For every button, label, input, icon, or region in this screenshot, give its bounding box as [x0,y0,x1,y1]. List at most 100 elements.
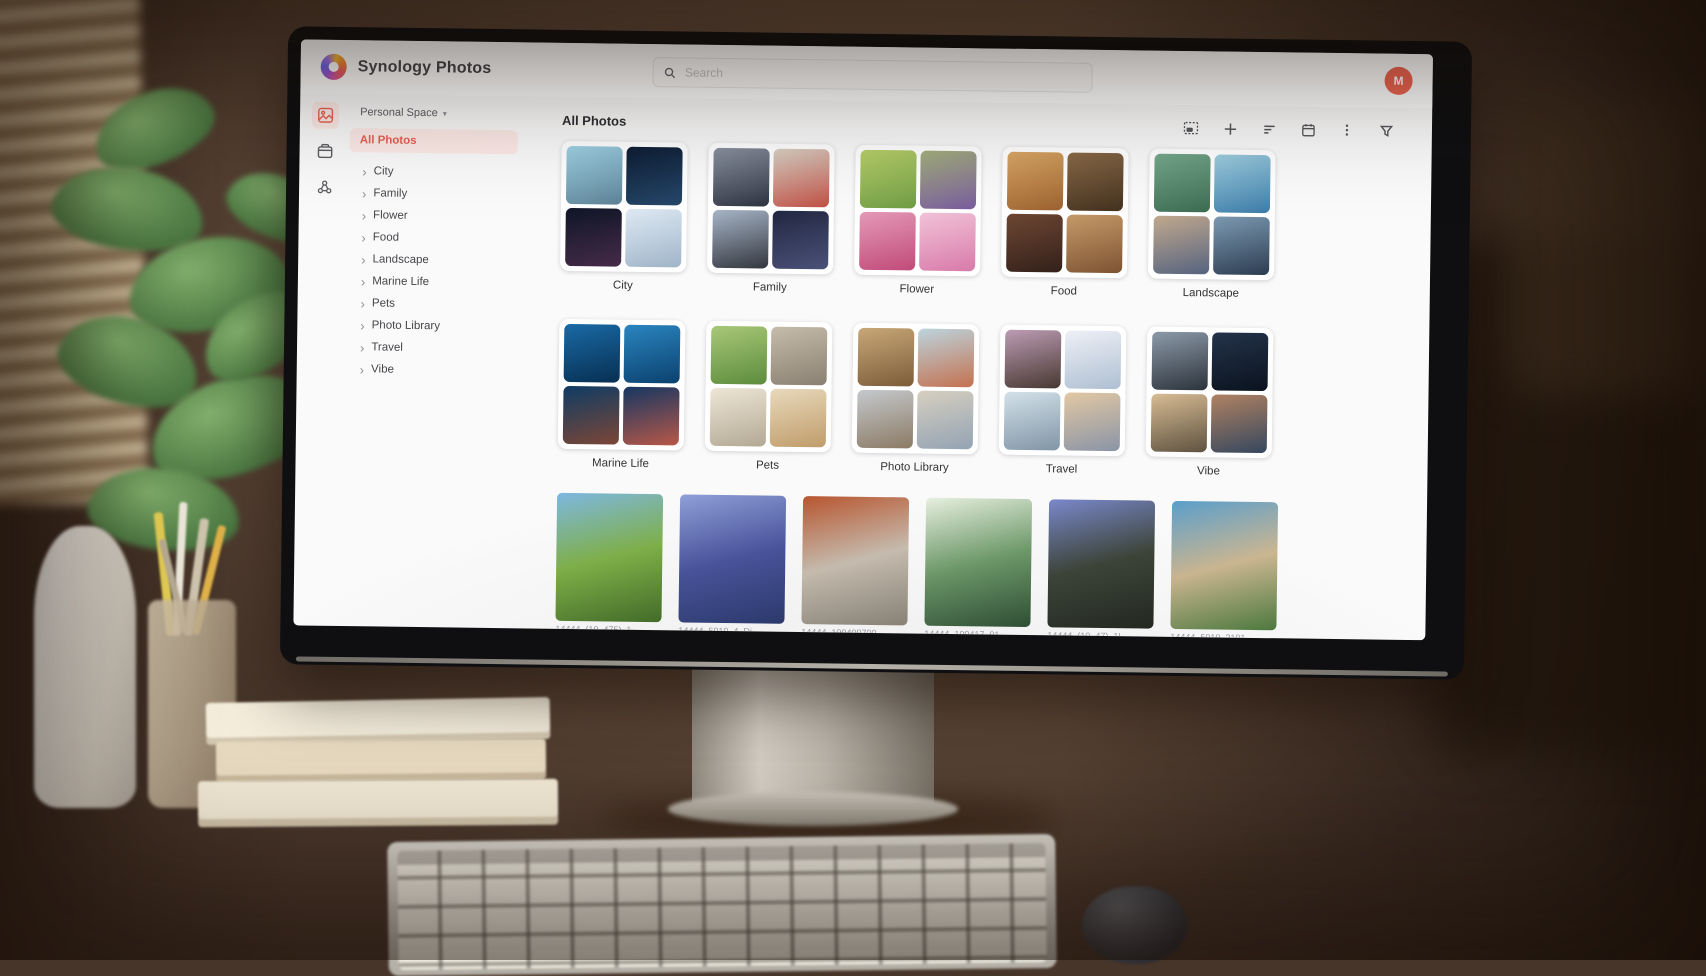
album-card-vibe[interactable]: Vibe [1145,327,1273,479]
photo-thumb[interactable]: 14444_(10_475)_1 [555,493,663,635]
navigation-rail [293,93,350,626]
sidebar-item-all-photos[interactable]: All Photos [350,128,518,154]
add-icon[interactable] [1222,121,1238,137]
sidebar-folder-marine-life[interactable]: ›Marine Life [361,270,530,294]
album-card-family[interactable]: Family [707,143,835,295]
chevron-right-icon[interactable]: › [360,363,365,376]
sidebar-folder-pets[interactable]: › Pets [360,292,529,316]
rail-item-sharing[interactable] [310,174,337,201]
rail-item-photos[interactable] [311,102,338,129]
album-thumb-image [770,389,827,448]
rail-item-albums[interactable] [311,138,338,165]
chevron-right-icon[interactable]: › [362,165,367,178]
calendar-icon[interactable] [1300,122,1316,138]
album-collage [1148,149,1276,281]
album-thumb-image [1064,392,1121,451]
album-thumb-image [1154,154,1211,213]
book [198,779,558,828]
photo-image[interactable] [678,494,786,623]
album-collage [1001,147,1129,279]
album-thumb-image [623,387,680,446]
thumbnail-size-icon[interactable] [1183,120,1199,136]
window-content: Personal Space ▾ All Photos ›City›Family… [293,93,1432,640]
album-thumb-image [918,329,975,388]
app-title: Synology Photos [358,58,492,78]
album-thumb-image [1211,394,1268,453]
album-card-landscape[interactable]: Landscape [1148,149,1276,301]
chevron-right-icon[interactable]: › [362,187,367,200]
album-card-city[interactable]: City [560,141,688,293]
window-blinds [0,0,149,505]
chevron-right-icon[interactable]: › [361,231,366,244]
folder-label: Family [373,187,407,199]
folder-label: Photo Library [372,319,441,332]
album-card-food[interactable]: Food [1001,147,1129,299]
photo-thumb[interactable]: 14444_5010_4_Di [678,494,786,636]
album-thumb-image [564,324,621,383]
photo-image[interactable] [1170,501,1278,630]
sidebar-folder-city[interactable]: ›City [362,160,531,184]
photo-image[interactable] [801,496,909,625]
background-furniture [1502,96,1706,396]
album-thumb-image [919,213,976,272]
keyboard [387,834,1057,976]
sidebar-folder-photo-library[interactable]: › Photo Library [360,314,529,338]
photo-caption: 14444_(10_475)_1 [555,624,661,635]
photo-thumb[interactable]: 14444_(10_47)_1L [1047,499,1155,640]
folder-label: Pets [372,297,395,309]
sidebar-folder-flower[interactable]: ›Flower [362,204,531,228]
album-thumb-image [711,326,768,385]
chevron-right-icon[interactable]: › [360,319,365,332]
album-collage [999,325,1127,457]
book [216,738,546,782]
photo-thumb[interactable]: 14444_100417_01 [924,498,1032,640]
space-selector[interactable]: Personal Space ▾ [350,104,532,130]
photo-image[interactable] [924,498,1032,627]
folder-label: Vibe [371,363,394,375]
search-icon [664,66,676,79]
more-icon[interactable] [1339,122,1355,138]
sharing-icon [316,179,333,196]
photo-thumb[interactable]: 14444_100400700 [801,496,909,638]
photo-thumb[interactable]: 14444_5010_2101 [1170,501,1278,640]
sidebar-folder-food[interactable]: ›Food [361,226,530,250]
album-card-photo-library[interactable]: Photo Library [851,323,979,475]
album-label: Travel [998,463,1124,477]
album-thumb-image [1212,332,1269,391]
album-thumb-image [773,149,830,208]
album-thumb-image [626,147,683,206]
album-collage [558,319,686,451]
sidebar-folder-travel[interactable]: ›Travel [360,336,529,360]
chevron-right-icon[interactable]: › [361,253,366,266]
photo-image[interactable] [555,493,663,622]
chevron-right-icon[interactable]: › [361,275,366,288]
album-card-pets[interactable]: Pets [704,321,832,473]
sidebar-folder-vibe[interactable]: › Vibe [360,358,529,382]
sidebar-folder-landscape[interactable]: ›Landscape [361,248,530,272]
monitor-stand-base [668,792,958,826]
photo-image[interactable] [1047,499,1155,628]
album-collage [705,321,833,453]
photo-caption: 14444_100400700 [801,627,907,638]
album-card-travel[interactable]: Travel [998,325,1126,477]
chevron-right-icon[interactable]: › [360,341,365,354]
filter-icon[interactable] [1378,123,1394,139]
search-input[interactable] [683,64,1082,85]
sidebar-folder-family[interactable]: › Family [362,182,531,206]
search-bar[interactable] [652,57,1092,93]
chevron-right-icon[interactable]: › [361,297,366,310]
user-avatar[interactable]: M [1384,67,1412,95]
sort-icon[interactable] [1261,121,1277,137]
album-thumb-image [857,390,914,449]
album-card-flower[interactable]: Flower [854,145,982,297]
folder-list: ›City›Family›Flower›Food›Landscape›Marin… [347,154,532,382]
album-thumb-image [712,210,769,269]
photo-caption: 14444_100417_01 [924,629,1030,640]
chevron-right-icon[interactable]: › [362,209,367,222]
album-thumb-image [1151,394,1208,453]
album-card-marine-life[interactable]: Marine Life [557,319,685,471]
photo-caption: 14444_5010_4_Di [678,625,784,636]
space-label: Personal Space [360,106,438,119]
album-collage [560,141,688,273]
main-panel: All Photos [525,96,1432,640]
